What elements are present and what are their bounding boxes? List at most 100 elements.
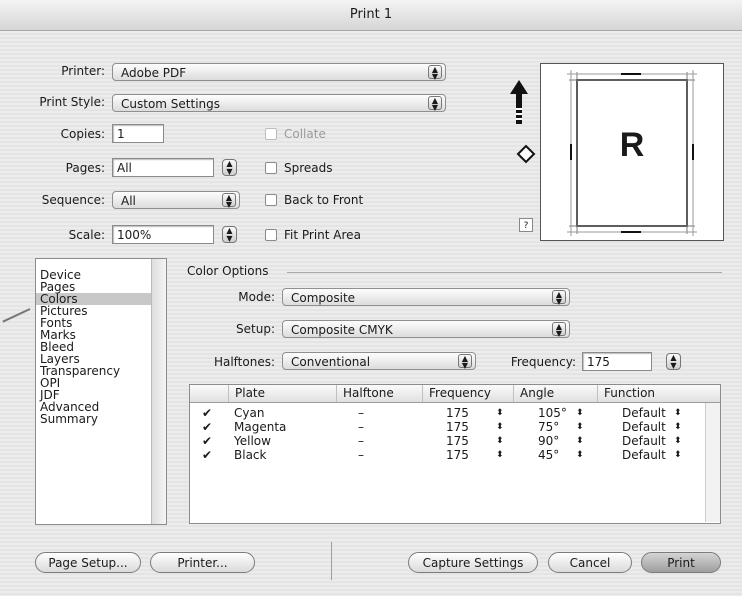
list-item[interactable]: Summary	[36, 413, 166, 425]
halftones-label: Halftones:	[213, 355, 275, 369]
frequency-stepper[interactable]: ▲ ▼	[666, 353, 681, 370]
printer-popup[interactable]: Adobe PDF ▲ ▼	[112, 63, 446, 81]
collate-checkbox[interactable]: Collate	[265, 127, 326, 141]
table-row[interactable]: ✔ Cyan – 175 ⬍ 105° ⬍ Default ⬍	[190, 406, 705, 420]
print-style-value: Custom Settings	[121, 97, 221, 111]
checkbox-box	[265, 162, 277, 174]
popup-arrows-icon: ▲ ▼	[552, 290, 566, 306]
column-header-halftone[interactable]: Halftone	[336, 385, 422, 402]
print-style-popup[interactable]: Custom Settings ▲ ▼	[112, 94, 446, 112]
print-button[interactable]: Print	[641, 552, 721, 573]
plate-frequency[interactable]: 175	[446, 420, 469, 434]
setup-popup[interactable]: Composite CMYK ▲ ▼	[282, 320, 570, 338]
plate-function[interactable]: Default	[622, 406, 666, 420]
checkmark-icon[interactable]: ✔	[202, 434, 212, 448]
button-separator	[331, 542, 332, 580]
capture-settings-button[interactable]: Capture Settings	[408, 552, 538, 573]
mode-label: Mode:	[238, 290, 275, 304]
spreads-checkbox[interactable]: Spreads	[265, 161, 333, 175]
plate-halftone: –	[358, 448, 364, 462]
scale-field[interactable]: 100%	[112, 225, 214, 244]
window-title: Print 1	[0, 0, 742, 31]
stepper-arrows-icon[interactable]: ⬍	[576, 406, 584, 420]
plate-angle[interactable]: 75°	[538, 420, 559, 434]
help-button[interactable]: ?	[519, 218, 533, 232]
stepper-arrows-icon[interactable]: ⬍	[576, 434, 584, 448]
page-preview: R	[540, 63, 724, 241]
table-header: Plate Halftone Frequency Angle Function	[190, 385, 720, 403]
plate-function[interactable]: Default	[622, 434, 666, 448]
plate-halftone: –	[358, 420, 364, 434]
orientation-arrow-icon[interactable]	[508, 80, 530, 124]
halftones-value: Conventional	[291, 355, 371, 369]
column-header-angle[interactable]: Angle	[513, 385, 597, 402]
plate-frequency[interactable]: 175	[446, 434, 469, 448]
checkmark-icon[interactable]: ✔	[202, 420, 212, 434]
checkbox-box	[265, 128, 277, 140]
scale-stepper[interactable]: ▲ ▼	[222, 226, 237, 243]
printer-value: Adobe PDF	[121, 66, 187, 80]
page-setup-button[interactable]: Page Setup...	[35, 552, 141, 573]
sequence-label: Sequence:	[41, 193, 105, 207]
column-header-function[interactable]: Function	[597, 385, 703, 402]
printer-button[interactable]: Printer...	[150, 552, 255, 573]
popup-arrows-icon[interactable]: ⬍	[674, 406, 682, 420]
frequency-label: Frequency:	[510, 355, 576, 369]
popup-arrows-icon: ▲ ▼	[458, 354, 472, 370]
sequence-popup[interactable]: All ▲ ▼	[112, 191, 240, 209]
plate-name: Black	[234, 448, 267, 462]
back-to-front-checkbox[interactable]: Back to Front	[265, 193, 363, 207]
cancel-button[interactable]: Cancel	[548, 552, 632, 573]
plate-function[interactable]: Default	[622, 448, 666, 462]
checkbox-box	[265, 194, 277, 206]
sequence-value: All	[121, 194, 136, 208]
column-header-plate[interactable]: Plate	[228, 385, 336, 402]
stepper-arrows-icon[interactable]: ⬍	[576, 448, 584, 462]
stepper-arrows-icon[interactable]: ⬍	[496, 448, 504, 462]
table-row[interactable]: ✔ Yellow – 175 ⬍ 90° ⬍ Default ⬍	[190, 434, 705, 448]
popup-arrows-icon: ▲ ▼	[222, 193, 236, 209]
stepper-arrows-icon[interactable]: ⬍	[496, 420, 504, 434]
mode-popup[interactable]: Composite ▲ ▼	[282, 288, 570, 306]
popup-arrows-icon: ▲ ▼	[552, 322, 566, 338]
group-divider	[287, 272, 722, 273]
popup-arrows-icon[interactable]: ⬍	[674, 434, 682, 448]
checkmark-icon[interactable]: ✔	[202, 448, 212, 462]
plate-name: Cyan	[234, 406, 265, 420]
rotate-page-icon[interactable]	[515, 143, 537, 165]
plate-angle[interactable]: 45°	[538, 448, 559, 462]
copies-field[interactable]: 1	[112, 124, 164, 143]
frequency-field[interactable]: 175	[582, 352, 652, 371]
pages-field[interactable]: All	[112, 158, 214, 177]
collate-label: Collate	[284, 127, 326, 141]
checkbox-box	[265, 229, 277, 241]
fit-print-area-checkbox[interactable]: Fit Print Area	[265, 228, 361, 242]
print-style-label: Print Style:	[39, 95, 105, 109]
halftones-popup[interactable]: Conventional ▲ ▼	[282, 352, 476, 370]
table-scrollbar[interactable]	[705, 403, 720, 522]
printer-label: Printer:	[61, 64, 105, 78]
plate-function[interactable]: Default	[622, 420, 666, 434]
list-scrollbar[interactable]	[151, 259, 166, 524]
setup-value: Composite CMYK	[291, 323, 393, 337]
table-row[interactable]: ✔ Black – 175 ⬍ 45° ⬍ Default ⬍	[190, 448, 705, 462]
plates-table: Plate Halftone Frequency Angle Function …	[189, 384, 721, 524]
plate-halftone: –	[358, 406, 364, 420]
plate-name: Yellow	[234, 434, 271, 448]
plate-frequency[interactable]: 175	[446, 448, 469, 462]
stepper-arrows-icon[interactable]: ⬍	[496, 406, 504, 420]
pages-stepper[interactable]: ▲ ▼	[222, 159, 237, 176]
preview-letter: R	[619, 126, 645, 164]
stepper-arrows-icon[interactable]: ⬍	[496, 434, 504, 448]
category-list[interactable]: Device Pages Colors Pictures Fonts Marks…	[35, 258, 167, 525]
plate-frequency[interactable]: 175	[446, 406, 469, 420]
plate-angle[interactable]: 105°	[538, 406, 567, 420]
column-header-frequency[interactable]: Frequency	[422, 385, 513, 402]
popup-arrows-icon[interactable]: ⬍	[674, 420, 682, 434]
plate-angle[interactable]: 90°	[538, 434, 559, 448]
checkmark-icon[interactable]: ✔	[202, 406, 212, 420]
table-row[interactable]: ✔ Magenta – 175 ⬍ 75° ⬍ Default ⬍	[190, 420, 705, 434]
plate-halftone: –	[358, 434, 364, 448]
stepper-arrows-icon[interactable]: ⬍	[576, 420, 584, 434]
popup-arrows-icon[interactable]: ⬍	[674, 448, 682, 462]
